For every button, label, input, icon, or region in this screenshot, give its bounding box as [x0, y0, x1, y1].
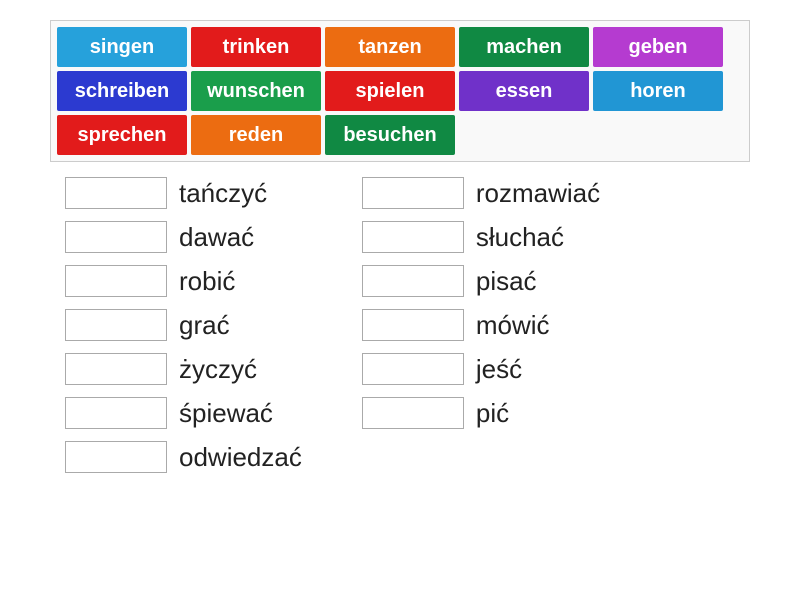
- word-tile-essen[interactable]: essen: [459, 71, 589, 111]
- word-bank: singentrinkentanzenmachengeben schreibenw…: [50, 20, 750, 162]
- answer-label: mówić: [476, 310, 550, 341]
- dropzone[interactable]: [362, 265, 464, 297]
- dropzone[interactable]: [65, 353, 167, 385]
- answer-row: jeść: [362, 353, 600, 385]
- answer-label: rozmawiać: [476, 178, 600, 209]
- dropzone[interactable]: [362, 221, 464, 253]
- answer-label: dawać: [179, 222, 254, 253]
- dropzone[interactable]: [362, 309, 464, 341]
- answer-row: życzyć: [65, 353, 302, 385]
- dropzone[interactable]: [65, 177, 167, 209]
- dropzone[interactable]: [362, 177, 464, 209]
- dropzone[interactable]: [65, 221, 167, 253]
- word-tile-sprechen[interactable]: sprechen: [57, 115, 187, 155]
- answer-label: grać: [179, 310, 230, 341]
- answer-label: życzyć: [179, 354, 257, 385]
- word-tile-besuchen[interactable]: besuchen: [325, 115, 455, 155]
- answer-row: mówić: [362, 309, 600, 341]
- word-tile-wunschen[interactable]: wunschen: [191, 71, 321, 111]
- word-tile-reden[interactable]: reden: [191, 115, 321, 155]
- answer-row: pisać: [362, 265, 600, 297]
- answer-row: rozmawiać: [362, 177, 600, 209]
- answer-row: robić: [65, 265, 302, 297]
- answer-row: odwiedzać: [65, 441, 302, 473]
- word-tile-horen[interactable]: horen: [593, 71, 723, 111]
- dropzone[interactable]: [65, 441, 167, 473]
- answer-label: pisać: [476, 266, 537, 297]
- dropzone[interactable]: [362, 397, 464, 429]
- answer-label: robić: [179, 266, 235, 297]
- dropzone[interactable]: [65, 397, 167, 429]
- dropzone[interactable]: [362, 353, 464, 385]
- word-tile-singen[interactable]: singen: [57, 27, 187, 67]
- answer-label: pić: [476, 398, 509, 429]
- answer-row: słuchać: [362, 221, 600, 253]
- answer-row: dawać: [65, 221, 302, 253]
- answer-label: jeść: [476, 354, 522, 385]
- answer-label: słuchać: [476, 222, 564, 253]
- answers-column-left: tańczyć dawać robić grać życzyć śpiewać odwied…: [65, 177, 302, 473]
- word-tile-spielen[interactable]: spielen: [325, 71, 455, 111]
- answer-row: grać: [65, 309, 302, 341]
- answer-label: tańczyć: [179, 178, 267, 209]
- dropzone[interactable]: [65, 265, 167, 297]
- word-tile-schreiben[interactable]: schreiben: [57, 71, 187, 111]
- answer-label: odwiedzać: [179, 442, 302, 473]
- dropzone[interactable]: [65, 309, 167, 341]
- answer-row: tańczyć: [65, 177, 302, 209]
- answers-column-right: rozmawiać słuchać pisać mówić jeść pić: [362, 177, 600, 473]
- answer-row: śpiewać: [65, 397, 302, 429]
- answers-area: tańczyć dawać robić grać życzyć śpiewać odwied…: [50, 177, 750, 473]
- word-tile-geben[interactable]: geben: [593, 27, 723, 67]
- answer-label: śpiewać: [179, 398, 273, 429]
- word-tile-tanzen[interactable]: tanzen: [325, 27, 455, 67]
- word-tile-trinken[interactable]: trinken: [191, 27, 321, 67]
- word-tile-machen[interactable]: machen: [459, 27, 589, 67]
- answer-row: pić: [362, 397, 600, 429]
